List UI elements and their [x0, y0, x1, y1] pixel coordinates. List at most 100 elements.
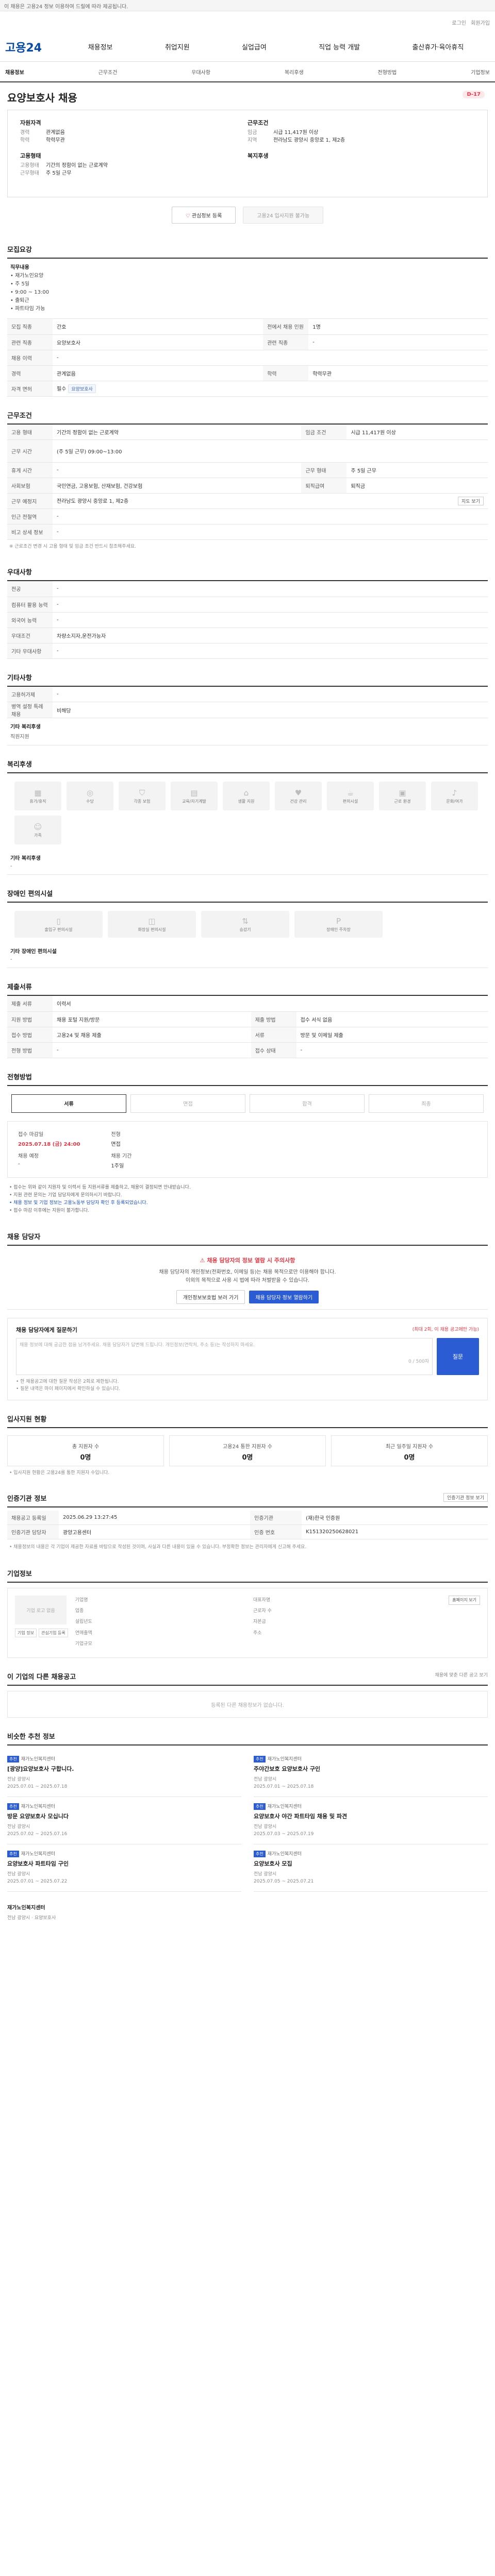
company-key: 대표자명: [253, 1598, 271, 1603]
table-key: 근무 시간: [7, 439, 53, 463]
company-key: 업종: [75, 1608, 84, 1614]
homepage-button[interactable]: 홈페이지 보기: [449, 1596, 480, 1605]
info-view-button[interactable]: 인증기관 정보 보기: [443, 1493, 488, 1502]
disabled-item: P 장애인 주차장: [294, 911, 383, 938]
rec-card[interactable]: 추천 재가노인복지센터 주야간보호 요양보호사 구인 전남 광양시 2025.07.0…: [254, 1750, 488, 1797]
rec-last[interactable]: 재가노인복지센터 전남 광양시 · 요양보호사: [0, 1896, 495, 1936]
company-value: [284, 1617, 441, 1628]
office-icon: ▣: [399, 788, 406, 798]
section-title: 채용 담당자: [7, 1231, 488, 1246]
rec-card[interactable]: 추천 재가노인복지센터 [광양]요양보호사 구합니다. 전남 광양시 2025.07.…: [7, 1750, 241, 1797]
table-row: 전공 -: [7, 581, 488, 597]
table-row: 사회보험 국민연금, 고용보험, 산재보험, 건강보험 퇴직급여 퇴직금: [7, 478, 488, 494]
table-key: 채용 이력: [7, 350, 53, 366]
rec-title: [광양]요양보호사 구합니다.: [7, 1766, 74, 1772]
table-row: 경력 관계없음 학력 학력무관: [7, 365, 488, 381]
site-logo[interactable]: 고용24: [5, 39, 62, 55]
table-key: 고용허가제: [7, 686, 53, 702]
table-value: 접수 서식 없음: [296, 1011, 488, 1027]
table-key: 전에서 채용 인원: [263, 319, 309, 335]
rec-last-meta: 전남 광양시 · 요양보호사: [7, 1916, 56, 1921]
privacy-law-button[interactable]: 개인정보보호법 보러 가기: [176, 1290, 245, 1304]
shield-icon: ⛉: [139, 788, 145, 798]
tab-work[interactable]: 근무조건: [98, 68, 118, 76]
tab-recruit[interactable]: 채용정보: [5, 68, 24, 76]
section-other: 이 기업의 다른 채용공고 채용에 맞춘 다른 공고 보기 등록된 다른 채용정보…: [0, 1671, 495, 1718]
gnb-item-leave[interactable]: 출산휴가·육아휴직: [412, 42, 464, 52]
welfare-label: 가족: [34, 833, 42, 838]
tab-welfare[interactable]: 복리후생: [285, 68, 304, 76]
company-follow-button[interactable]: 관심기업 등록: [38, 1629, 68, 1637]
contact-box: ⚠ 채용 담당자의 정보 열람 시 주의사항 채용 담당자의 개인정보(전화번호…: [7, 1246, 488, 1310]
summary-value: 기간의 정함이 없는 근로계약: [46, 163, 108, 168]
table-row: 모집 직종 간호 전에서 채용 인원 1명: [7, 319, 488, 335]
rec-card[interactable]: 추천 재가노인복지센터 방문 요양보호사 모십니다 전남 광양시 2025.07.02…: [7, 1797, 241, 1844]
job-title: 요양보호사 채용: [7, 92, 77, 104]
home-icon: ⌂: [243, 788, 249, 798]
deadline-col: 접수 마감일 2025.07.18 (금) 24:00 채용 예정 -: [18, 1130, 80, 1169]
summary-key: 경력: [20, 130, 30, 135]
other-more-link[interactable]: 채용에 맞춘 다른 공고 보기: [435, 1671, 488, 1678]
stat-value: 0명: [80, 1453, 91, 1462]
company-info-button[interactable]: 기업 정보: [15, 1629, 37, 1637]
section-etc: 기타사항 고용허가제 - 병역 설정 특례 채용 비해당 기타 복리후생 직원지원: [0, 672, 495, 745]
apply-button[interactable]: 고용24 입사지원 불가능: [243, 207, 324, 224]
rec-badge: 추천: [254, 1756, 266, 1762]
company-key: 설립년도: [75, 1619, 92, 1625]
summary-employment: 고용형태 고용형태 기간의 정함이 없는 근로계약 근무형태 주 5일 근무: [20, 151, 248, 177]
view-contact-button[interactable]: 채용 담당자 정보 열람하기: [249, 1290, 319, 1303]
tab-company[interactable]: 기업정보: [471, 68, 490, 76]
company-key: 자본금: [253, 1619, 266, 1625]
table-value: 광양고용센터: [59, 1524, 251, 1539]
open-value: -: [18, 1161, 20, 1167]
table-row: 채용공고 등록일 2025.06.29 13:27:45 인증기관 (재)한국 인증원: [7, 1510, 488, 1525]
question-placeholder: 채용 정보에 대해 궁금한 점을 남겨주세요. 채용 담당자가 답변해 드립니다…: [20, 1342, 255, 1348]
gnb-item-support[interactable]: 취업지원: [165, 42, 190, 52]
stats-row: 총 지원자 수 0명 고용24 통한 지원자 수 0명 최근 일주일 지원자 수 0명: [7, 1435, 488, 1466]
section-title: 모집요강: [7, 244, 488, 259]
map-button[interactable]: 지도 보기: [458, 497, 484, 505]
question-submit-button[interactable]: 질문: [437, 1337, 479, 1375]
table-key: 근무 예정지: [7, 493, 53, 509]
section-disabled: 장애인 편의시설 ▯ 출입구 편의시설 ◫ 화장실 편의시설 ⇅ 승강기 P 장애인 주…: [0, 888, 495, 968]
pref-table: 전공 - 컴퓨터 활용 능력 - 외국어 능력 - 우대조건 차량소지자,운전가능자 기…: [7, 581, 488, 659]
table-row: 병역 설정 특례 채용 비해당: [7, 702, 488, 718]
table-value: 요양보호사: [53, 334, 263, 350]
rec-card[interactable]: 추천 재가노인복지센터 요양보호사 파트타임 구인 전남 광양시 2025.07.01…: [7, 1844, 241, 1892]
save-interest-button[interactable]: ♡ 관심정보 등록: [171, 207, 236, 224]
disabled-label: 출입구 편의시설: [44, 927, 73, 932]
stat-label: 최근 일주일 지원자 수: [385, 1444, 434, 1450]
bullet-item: • 접수는 위와 같이 지원자 및 이력서 등 지원서류를 제출하고, 채용이 …: [9, 1184, 191, 1190]
method-col: 전형 면접 채용 기간 1주일: [111, 1130, 131, 1169]
table-key: 채용공고 등록일: [7, 1510, 59, 1525]
bullet-item: • 접수 마감 이후에는 지원이 불가합니다.: [9, 1208, 89, 1213]
signup-link[interactable]: 회원가입: [471, 21, 490, 26]
question-input[interactable]: 채용 정보에 대해 궁금한 점을 남겨주세요. 채용 담당자가 답변해 드립니다…: [16, 1337, 433, 1375]
rec-card[interactable]: 추천 재가노인복지센터 요양보호사 야간 파트타임 채용 및 파견 전남 광양시 20…: [254, 1797, 488, 1844]
table-value: 주 5일 근무: [346, 462, 488, 478]
top-notice: 이 채용은 고용24 정보 이용하여 드릴에 따라 제공됩니다.: [4, 4, 128, 10]
section-title: 이 기업의 다른 채용공고 채용에 맞춘 다른 공고 보기: [7, 1671, 488, 1686]
table-key: 휴게 시간: [7, 462, 53, 478]
tab-selection[interactable]: 전형방법: [378, 68, 397, 76]
gnb-item-benefit[interactable]: 실업급여: [242, 42, 267, 52]
login-link[interactable]: 로그인: [452, 21, 466, 26]
type-label: 채용 기간: [111, 1153, 132, 1159]
gnb-item-jobs[interactable]: 채용정보: [88, 42, 113, 52]
rec-title: 요양보호사 모집: [254, 1860, 292, 1867]
step-item: 서류: [11, 1094, 126, 1113]
section-title: 제출서류: [7, 981, 488, 996]
summary-row: 학력 학력무관: [20, 137, 248, 144]
table-key: 접수 상태: [251, 1042, 296, 1058]
table-key: 우대조건: [7, 628, 53, 643]
table-value: 이력서: [53, 996, 488, 1012]
stat-label: 총 지원자 수: [72, 1444, 100, 1450]
rec-badge: 추천: [7, 1803, 19, 1810]
gnb-item-training[interactable]: 직업 능력 개발: [319, 42, 360, 52]
summary-value: 학력무관: [46, 138, 65, 143]
job-description-text: • 재가노인요양 • 주 5일 • 9:00 ~ 13:00 • 출퇴근 • 파…: [10, 273, 50, 312]
method-label: 전형: [111, 1131, 121, 1138]
section-recruit: 모집요강 직무내용 • 재가노인요양 • 주 5일 • 9:00 ~ 13:00 …: [0, 244, 495, 397]
tab-pref[interactable]: 우대사항: [191, 68, 210, 76]
rec-card[interactable]: 추천 재가노인복지센터 요양보호사 모집 전남 광양시 2025.07.05 ~ 20…: [254, 1844, 488, 1892]
